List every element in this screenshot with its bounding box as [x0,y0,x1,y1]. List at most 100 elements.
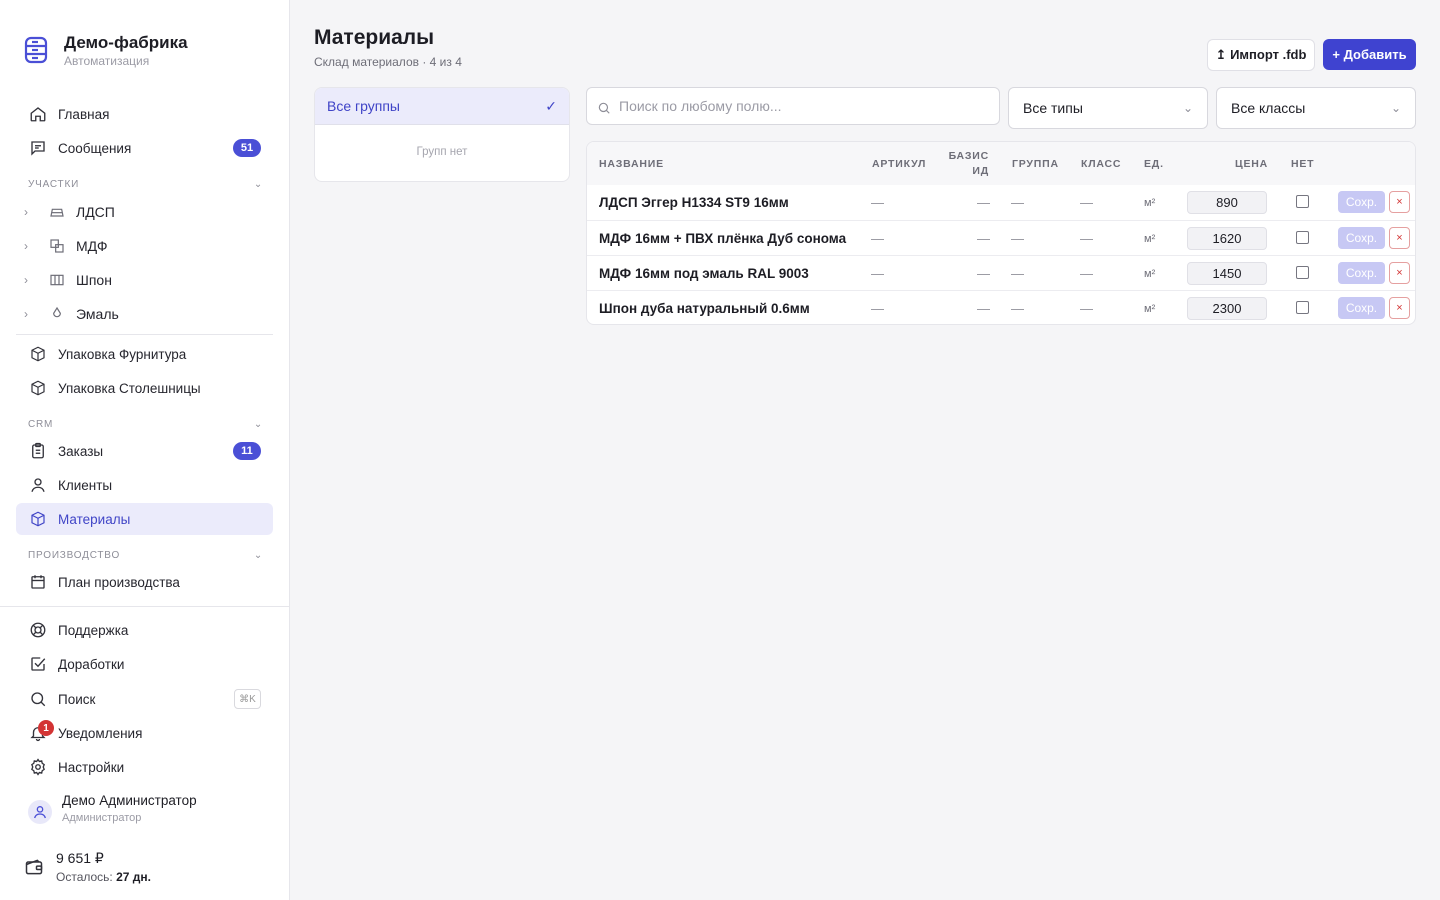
class-filter-select[interactable]: Все классы ⌄ [1216,87,1416,129]
section-production-toggle[interactable]: Производство ⌄ [28,550,263,561]
nav-item-orders[interactable]: Заказы 11 [16,435,273,467]
chevron-down-icon: ⌄ [253,550,263,561]
delete-button[interactable]: × [1389,262,1410,284]
import-fdb-button[interactable]: ↥ Импорт .fdb [1207,39,1315,71]
chevron-down-icon: ⌄ [1182,101,1193,115]
area-label: ЛДСП [76,204,115,220]
page-subtitle: Склад материалов · 4 из 4 [314,55,462,69]
none-checkbox[interactable] [1296,231,1309,244]
checkmark-icon: ✓ [545,97,557,114]
save-button[interactable]: Сохр. [1338,227,1385,249]
nav-item-support[interactable]: Поддержка [16,614,273,646]
section-label: Производство [28,550,121,561]
search-field[interactable] [586,87,1000,125]
table-row[interactable]: МДФ 16мм + ПВХ плёнка Дуб сонома — — — — м² 16… [587,220,1415,255]
column-header-unit[interactable]: Ед. [1144,157,1164,172]
nav-item-clients[interactable]: Клиенты [16,469,273,501]
wallet-days-left: Осталось: 27 дн. [56,870,151,884]
divider [16,334,273,335]
unit-value: м² [1144,302,1156,315]
brand-name: Демо-фабрика [64,33,188,52]
none-checkbox[interactable] [1296,266,1309,279]
nav-item-notifications[interactable]: Уведомления [16,717,273,749]
area-item-enamel[interactable]: › Эмаль [24,299,264,329]
none-checkbox[interactable] [1296,301,1309,314]
section-label: Участки [28,179,80,190]
section-crm-toggle[interactable]: CRM ⌄ [28,419,263,430]
nav-label: Доработки [58,656,125,672]
material-name: Шпон дуба натуральный 0.6мм [599,301,810,316]
wallet-balance[interactable]: 9 651 ₽ Осталось: 27 дн. [24,850,151,884]
orders-count-badge: 11 [233,442,261,460]
unit-value: м² [1144,196,1156,209]
nav-item-messages[interactable]: Сообщения 51 [16,132,273,164]
basis-id-value: — [977,301,990,316]
nav-item-materials[interactable]: Материалы [16,503,273,535]
database-logo-icon [24,36,48,64]
add-material-button[interactable]: + Добавить [1323,39,1416,70]
column-header-group[interactable]: Группа [1012,157,1059,172]
unit-value: м² [1144,267,1156,280]
table-row[interactable]: МДФ 16мм под эмаль RAL 9003 — — — — м² 1450 Сох… [587,255,1415,290]
area-item-mdf[interactable]: › МДФ [24,231,264,261]
sku-value: — [871,266,884,281]
user-role: Администратор [62,812,142,824]
delete-button[interactable]: × [1389,191,1410,213]
droplet-icon [48,305,66,323]
save-button[interactable]: Сохр. [1338,191,1385,213]
nav-item-improvements[interactable]: Доработки [16,648,273,680]
nav-item-pack-fittings[interactable]: Упаковка Фурнитура [16,338,273,370]
nav-item-production-plan[interactable]: План производства [16,566,273,598]
type-filter-select[interactable]: Все типы ⌄ [1008,87,1208,129]
column-header-class[interactable]: Класс [1081,157,1121,172]
column-header-name[interactable]: Название [599,157,664,172]
table-row[interactable]: ЛДСП Эггер H1334 ST9 16мм — — — — м² 890 Сохр. × [587,185,1415,220]
delete-button[interactable]: × [1389,297,1410,319]
chevron-right-icon: › [24,239,28,253]
save-button[interactable]: Сохр. [1338,262,1385,284]
group-item-all[interactable]: Все группы ✓ [315,88,569,125]
search-icon [598,102,610,114]
user-profile[interactable]: Демо Администратор Администратор [28,793,197,824]
column-header-none[interactable]: Нет [1291,157,1314,172]
box-icon [28,509,48,529]
group-value: — [1011,301,1024,316]
price-input[interactable]: 890 [1187,191,1267,214]
messages-count-badge: 51 [233,139,261,157]
class-value: — [1080,195,1093,210]
price-input[interactable]: 1450 [1187,262,1267,285]
nav-item-search[interactable]: Поиск ⌘K [16,683,273,715]
area-item-veneer[interactable]: › Шпон [24,265,264,295]
basis-id-value: — [977,195,990,210]
chevron-right-icon: › [24,205,28,219]
nav-item-pack-tops[interactable]: Упаковка Столешницы [16,372,273,404]
group-value: — [1011,231,1024,246]
nav-label: Упаковка Фурнитура [58,346,187,362]
save-button[interactable]: Сохр. [1338,297,1385,319]
basis-id-value: — [977,231,990,246]
search-icon [28,689,48,709]
none-checkbox[interactable] [1296,195,1309,208]
delete-button[interactable]: × [1389,227,1410,249]
lifebuoy-icon [28,620,48,640]
area-label: Шпон [76,272,112,288]
section-label: CRM [28,419,54,430]
area-item-ldsp[interactable]: › ЛДСП [24,197,264,227]
column-header-sku[interactable]: Артикул [872,157,926,172]
table-row[interactable]: Шпон дуба натуральный 0.6мм — — — — м² 2300 Сох… [587,290,1415,324]
brand[interactable]: Демо-фабрика Автоматизация [24,34,188,68]
price-input[interactable]: 1620 [1187,227,1267,250]
column-header-price[interactable]: Цена [1235,157,1268,172]
section-areas-toggle[interactable]: Участки ⌄ [28,179,263,190]
nav-item-settings[interactable]: Настройки [16,751,273,783]
wallet-left-label: Осталось: [56,870,113,884]
search-shortcut: ⌘K [234,689,261,709]
chevron-right-icon: › [24,307,28,321]
price-input[interactable]: 2300 [1187,297,1267,320]
search-input[interactable] [619,98,979,114]
notifications-count-badge: 1 [38,720,54,736]
nav-item-home[interactable]: Главная [16,98,273,130]
area-label: Эмаль [76,306,119,322]
brand-subtitle: Автоматизация [64,54,150,68]
column-header-basis-id[interactable]: Базис ИД [947,149,989,179]
